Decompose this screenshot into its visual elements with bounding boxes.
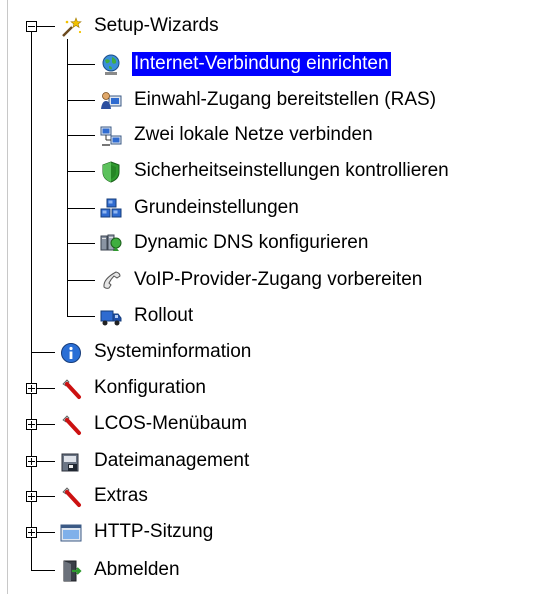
tree-item-zwei-lokale-netze[interactable]: Zwei lokale Netze verbinden bbox=[100, 121, 440, 149]
logout-door-icon bbox=[63, 560, 82, 582]
tree-item-rollout[interactable]: Rollout bbox=[100, 302, 260, 330]
file-cabinet-icon bbox=[61, 453, 79, 472]
truck-icon bbox=[100, 310, 122, 326]
tree-item-label: Zwei lokale Netze verbinden bbox=[134, 124, 373, 145]
magic-wand-icon bbox=[62, 17, 82, 37]
expand-toggle-extras[interactable] bbox=[26, 491, 37, 502]
tree-item-konfiguration[interactable]: Konfiguration bbox=[60, 374, 260, 402]
tree-item-label: HTTP-Sitzung bbox=[94, 521, 214, 542]
tree-connector bbox=[37, 461, 55, 462]
tree-item-label: Setup-Wizards bbox=[94, 15, 219, 36]
tree-connector bbox=[67, 280, 95, 281]
tree-item-extras[interactable]: Extras bbox=[60, 482, 200, 510]
tree-item-systeminformation[interactable]: Systeminformation bbox=[60, 338, 340, 366]
expand-toggle-konfiguration[interactable] bbox=[26, 383, 37, 394]
navigation-tree: Setup-Wizards Internet-Verbindung einric… bbox=[0, 0, 546, 594]
tree-item-internet-verbindung[interactable]: Internet-Verbindung einrichten bbox=[100, 50, 460, 78]
tree-item-label: LCOS-Menübaum bbox=[94, 413, 248, 434]
tree-item-label: Sicherheitseinstellungen kontrollieren bbox=[134, 160, 449, 181]
tree-item-lcos-menubaum[interactable]: LCOS-Menübaum bbox=[60, 410, 300, 438]
tree-connector bbox=[67, 64, 95, 65]
tree-connector bbox=[67, 135, 95, 136]
tree-item-label: Grundeinstellungen bbox=[134, 197, 299, 218]
tree-item-label: Dateimanagement bbox=[94, 450, 250, 471]
tree-item-label: Konfiguration bbox=[94, 377, 206, 398]
tree-item-abmelden[interactable]: Abmelden bbox=[60, 556, 240, 584]
expand-toggle-lcos-menubaum[interactable] bbox=[26, 419, 37, 430]
tree-connector bbox=[37, 496, 55, 497]
tree-item-label: VoIP-Provider-Zugang vorbereiten bbox=[134, 269, 423, 290]
tree-item-label: Dynamic DNS konfigurieren bbox=[134, 232, 369, 253]
tree-item-dateimanagement[interactable]: Dateimanagement bbox=[60, 447, 320, 475]
expand-toggle-http-sitzung[interactable] bbox=[26, 527, 37, 538]
wrench-icon bbox=[62, 379, 81, 399]
tree-wizard-children-line bbox=[67, 39, 68, 317]
collapse-toggle-setup-wizards[interactable] bbox=[26, 21, 37, 32]
globe-icon bbox=[102, 54, 120, 75]
shield-icon bbox=[102, 161, 120, 183]
tree-connector bbox=[37, 424, 55, 425]
tree-connector bbox=[37, 532, 55, 533]
tree-item-setup-wizards[interactable]: Setup-Wizards bbox=[60, 12, 320, 40]
tree-connector bbox=[67, 316, 95, 317]
wrench-icon bbox=[62, 415, 81, 435]
tree-connector bbox=[31, 570, 55, 571]
browser-window-icon bbox=[60, 524, 82, 542]
phone-handset-icon bbox=[103, 271, 121, 289]
tree-item-http-sitzung[interactable]: HTTP-Sitzung bbox=[60, 518, 260, 546]
tree-item-label: Einwahl-Zugang bereitstellen (RAS) bbox=[134, 89, 437, 110]
tree-item-einwahl-zugang[interactable]: Einwahl-Zugang bereitstellen (RAS) bbox=[100, 86, 520, 114]
network-blocks-icon bbox=[100, 198, 122, 218]
tree-item-label: Extras bbox=[94, 485, 148, 506]
tree-item-grundeinstellungen[interactable]: Grundeinstellungen bbox=[100, 194, 380, 222]
tree-connector bbox=[37, 26, 55, 27]
tree-connector bbox=[67, 171, 95, 172]
tree-connector bbox=[67, 100, 95, 101]
tree-connector bbox=[31, 352, 55, 353]
info-icon bbox=[61, 343, 81, 363]
tree-connector bbox=[67, 243, 95, 244]
tree-item-voip-provider[interactable]: VoIP-Provider-Zugang vorbereiten bbox=[100, 266, 500, 294]
tree-connector bbox=[37, 388, 55, 389]
wrench-icon bbox=[62, 487, 81, 507]
tree-item-label: Systeminformation bbox=[94, 341, 252, 362]
dns-servers-icon bbox=[100, 234, 122, 251]
tree-root-line bbox=[31, 31, 32, 570]
expand-toggle-dateimanagement[interactable] bbox=[26, 456, 37, 467]
tree-connector bbox=[67, 208, 95, 209]
tree-item-label: Abmelden bbox=[94, 559, 180, 580]
tree-item-sicherheitseinstellungen[interactable]: Sicherheitseinstellungen kontrollieren bbox=[100, 157, 540, 185]
tree-item-label: Internet-Verbindung einrichten bbox=[132, 52, 391, 76]
tree-item-dynamic-dns[interactable]: Dynamic DNS konfigurieren bbox=[100, 229, 420, 257]
two-computers-icon bbox=[100, 126, 122, 146]
tree-item-label: Rollout bbox=[134, 305, 194, 326]
remote-user-icon bbox=[101, 92, 122, 109]
